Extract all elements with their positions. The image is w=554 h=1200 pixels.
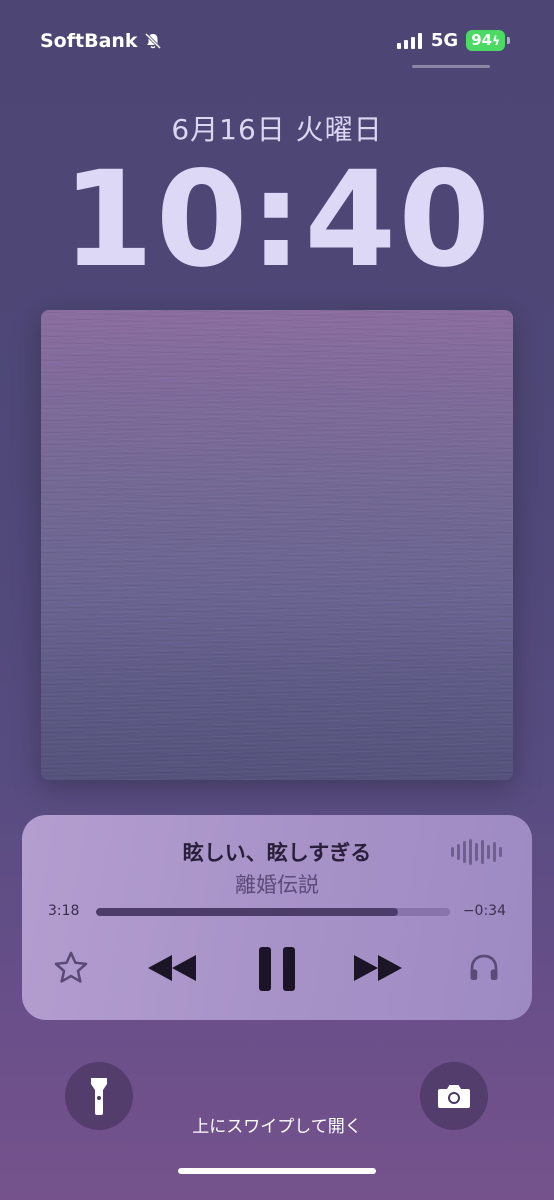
bell-slash-icon [144, 32, 161, 50]
status-indicators: 5G 94ϟ [396, 30, 510, 51]
elapsed-time: 3:18 [48, 903, 80, 919]
lock-time: 10:40 [61, 143, 493, 297]
headphones-icon [470, 954, 498, 980]
fast-forward-button[interactable] [352, 953, 404, 983]
song-artist: 離婚伝説 [235, 873, 319, 897]
rewind-button[interactable] [146, 953, 198, 983]
pause-button[interactable] [255, 945, 299, 993]
battery-percent: 94 [471, 31, 493, 49]
network-type: 5G [430, 30, 459, 51]
carrier-status: SoftBank [40, 30, 162, 52]
charging-icon: ϟ [492, 34, 500, 48]
album-artwork[interactable] [41, 310, 513, 780]
camera-icon [438, 1085, 470, 1108]
star-icon [54, 951, 88, 983]
lock-date: 6月16日 火曜日 [171, 113, 383, 146]
rewind-icon [148, 955, 196, 981]
favorite-button[interactable] [52, 949, 90, 991]
progress-scrubber[interactable] [96, 908, 450, 916]
waveform-icon [451, 839, 502, 865]
battery-level: 94ϟ [466, 30, 505, 51]
status-indicator-line [412, 65, 490, 68]
remaining-time: −0:34 [462, 903, 506, 919]
pause-icon [259, 947, 295, 991]
home-indicator[interactable] [178, 1168, 376, 1174]
cellular-signal-icon [396, 32, 422, 49]
audio-output-button[interactable] [466, 950, 502, 990]
progress-fill [96, 908, 398, 916]
swipe-hint: 上にスワイプして開く [192, 1117, 362, 1137]
battery-tip [507, 37, 510, 44]
now-playing-card: 眩しい、眩しすぎる 離婚伝説 3:18 −0:34 [22, 815, 532, 1020]
flashlight-icon [91, 1078, 107, 1115]
fast-forward-icon [354, 955, 402, 981]
carrier-name: SoftBank [40, 30, 138, 52]
